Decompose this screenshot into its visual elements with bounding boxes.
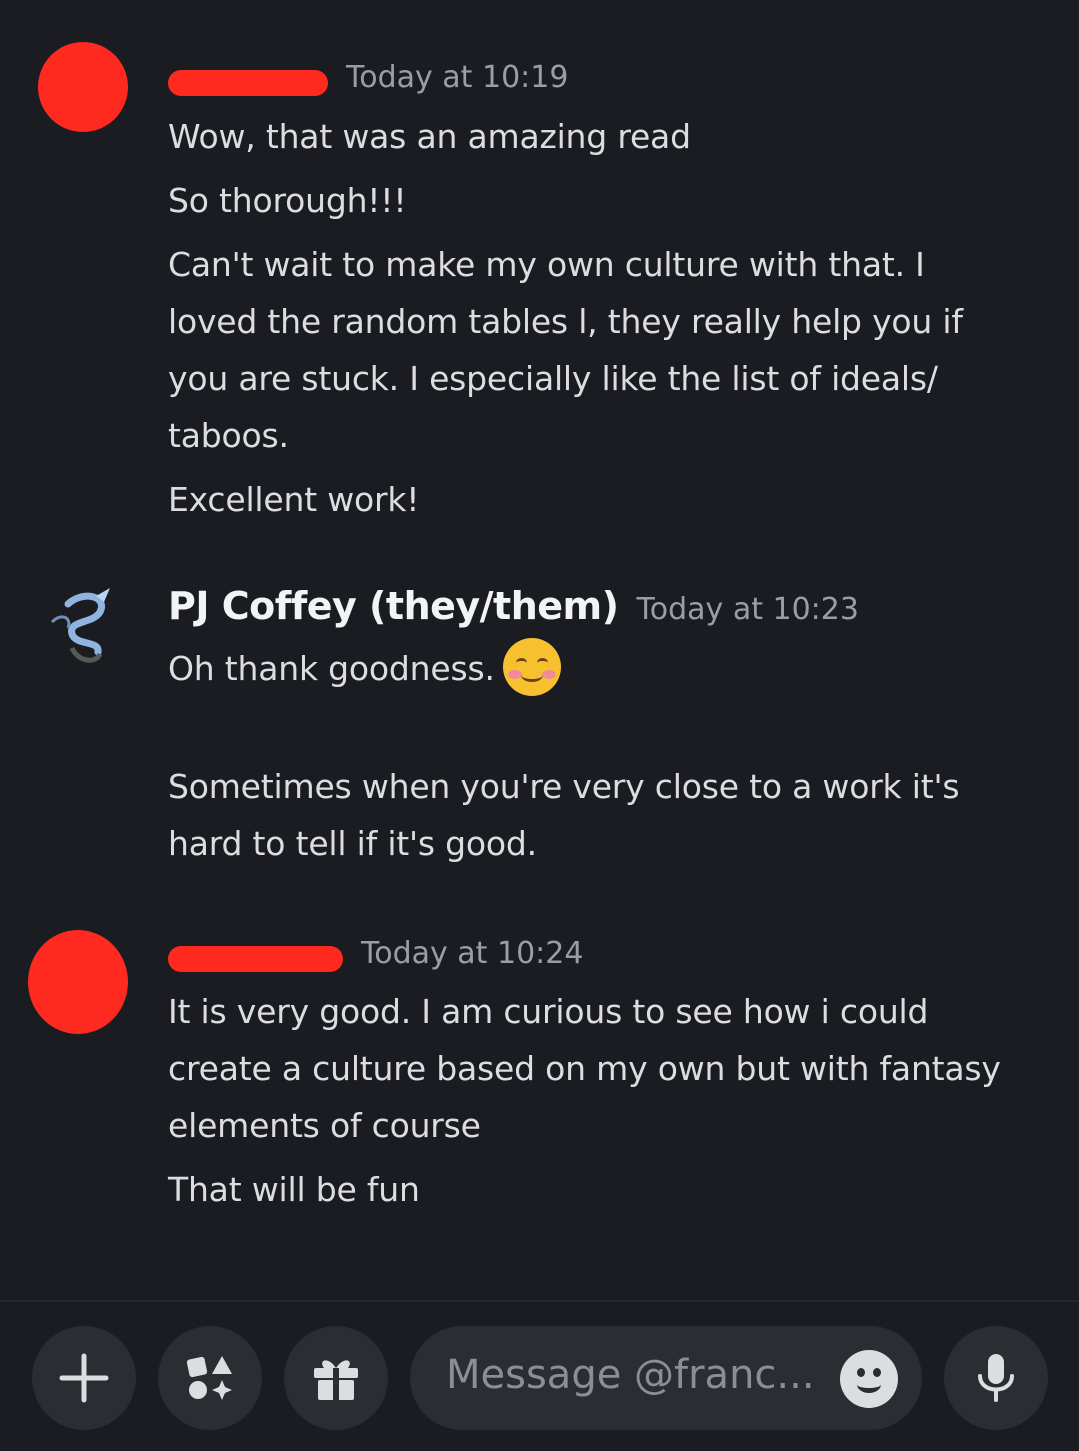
message-input-placeholder: Message @franc... (446, 1352, 815, 1398)
message-header: Today at 10:24 (168, 936, 583, 972)
avatar-redacted[interactable] (28, 930, 128, 1034)
message-line: create a culture based on my own but wit… (168, 1049, 1001, 1088)
avatar-dragon[interactable] (38, 582, 128, 672)
avatar-redacted[interactable] (38, 42, 128, 132)
plus-icon (59, 1353, 109, 1403)
timestamp: Today at 10:19 (346, 60, 569, 95)
username-redacted[interactable] (168, 69, 328, 96)
apps-icon (186, 1356, 232, 1400)
message-list: Today at 10:19 Wow, that was an amazing … (0, 0, 1079, 1300)
message-header: PJ Coffey (they/them) Today at 10:23 (168, 584, 859, 628)
gift-icon (314, 1360, 358, 1400)
message-line: taboos. (168, 416, 289, 455)
message-line: elements of course (168, 1106, 481, 1145)
message-line: That will be fun (168, 1170, 420, 1209)
voice-message-button[interactable] (944, 1326, 1048, 1430)
message-line: Can't wait to make my own culture with t… (168, 245, 925, 284)
username[interactable]: PJ Coffey (they/them) (168, 584, 619, 628)
message-line: loved the random tables l, they really h… (168, 302, 963, 341)
smiling-face-emoji-icon (502, 637, 561, 696)
message-line: Excellent work! (168, 480, 420, 519)
gift-button[interactable] (284, 1326, 388, 1430)
message-line: So thorough!!! (168, 181, 407, 220)
timestamp: Today at 10:24 (361, 936, 584, 971)
message-line: It is very good. I am curious to see how… (168, 992, 929, 1031)
username-redacted[interactable] (168, 945, 343, 972)
emoji-picker-icon[interactable] (840, 1350, 898, 1408)
add-attachment-button[interactable] (32, 1326, 136, 1430)
microphone-icon (978, 1354, 1014, 1402)
message-line: you are stuck. I especially like the lis… (168, 359, 938, 398)
message-input[interactable]: Message @franc... (410, 1326, 922, 1430)
message-header: Today at 10:19 (168, 60, 568, 96)
message-line: Sometimes when you're very close to a wo… (168, 767, 960, 806)
message-line: hard to tell if it's good. (168, 824, 537, 863)
timestamp: Today at 10:23 (636, 592, 859, 627)
dragon-icon (50, 588, 110, 663)
apps-button[interactable] (158, 1326, 262, 1430)
message-line: Wow, that was an amazing read (168, 117, 691, 156)
message-line: Oh thank goodness. (168, 637, 1048, 700)
message-text: Oh thank goodness. (168, 649, 495, 688)
